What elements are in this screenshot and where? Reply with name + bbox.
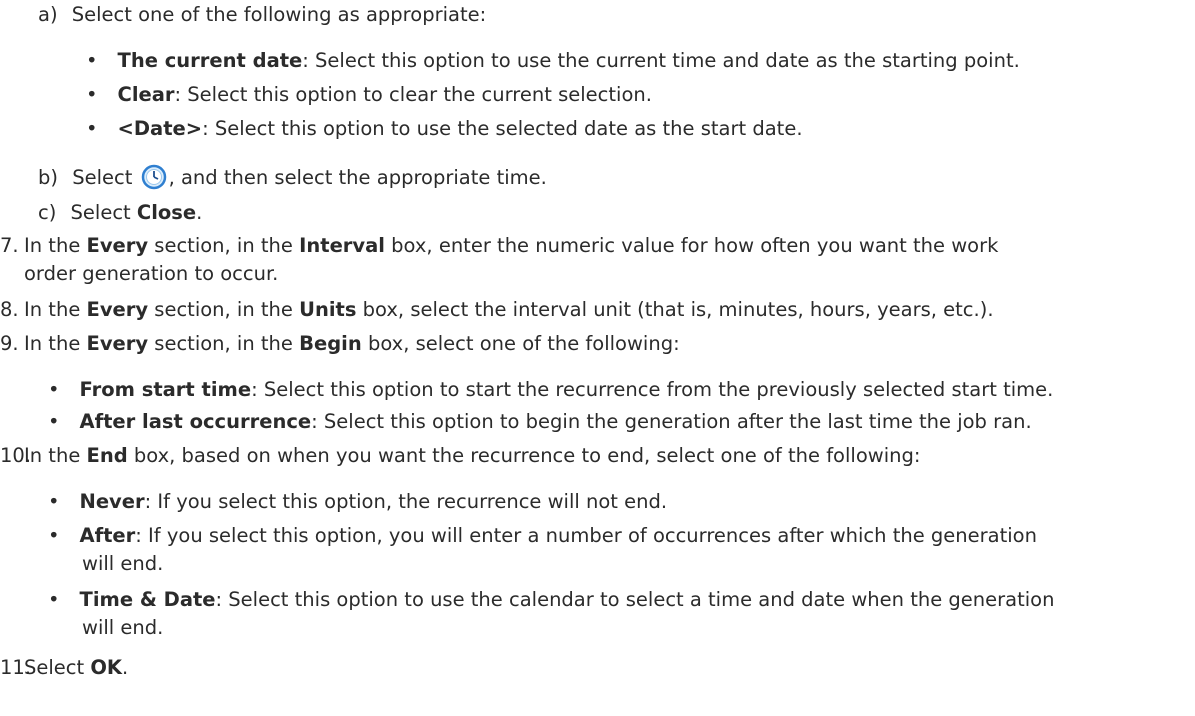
substep-c-bold: Close (136, 201, 197, 224)
substep-c-post: . (196, 201, 203, 224)
step-text: In the Every section, in the Begin box, … (24, 332, 680, 355)
option-desc: : Select this option to use the calendar… (215, 588, 1055, 611)
bullet: • (48, 490, 60, 513)
option-desc: : Select this option to start the recurr… (251, 378, 1054, 401)
bullet: • (48, 378, 60, 401)
option-desc: : Select this option to begin the genera… (311, 410, 1032, 433)
substep-b-pre: Select (72, 166, 139, 189)
date-option-clear: • Clear: Select this option to clear the … (86, 82, 652, 108)
option-title: Never (79, 490, 145, 513)
option-title: <Date> (117, 117, 203, 140)
begin-option-start-time: • From start time: Select this option to … (48, 377, 1053, 403)
bullet: • (86, 83, 98, 106)
step-text: Select OK. (24, 656, 129, 679)
option-title: From start time (79, 378, 252, 401)
option-desc: : Select this option to use the current … (302, 49, 1020, 72)
substep-a-label: a) (38, 3, 58, 26)
bullet: • (86, 117, 98, 140)
option-desc: : If you select this option, you will en… (135, 524, 1037, 547)
option-desc: : If you select this option, the recurre… (144, 490, 668, 513)
bullet: • (86, 49, 98, 72)
option-desc: : Select this option to clear the curren… (174, 83, 652, 106)
date-option-date: • <Date>: Select this option to use the s… (86, 116, 803, 142)
end-option-after: • After: If you select this option, you w… (48, 523, 1037, 549)
substep-b-label: b) (38, 166, 58, 189)
end-option-after-line2: will end. (82, 552, 164, 575)
bullet: • (48, 524, 60, 547)
bullet: • (48, 588, 60, 611)
option-title: After (79, 524, 136, 547)
step-text: In the End box, based on when you want t… (24, 444, 921, 467)
date-option-current: • The current date: Select this option to… (86, 48, 1020, 74)
begin-option-after-last: • After last occurrence: Select this opti… (48, 409, 1032, 435)
end-option-time-date: • Time & Date: Select this option to use … (48, 587, 1054, 613)
step-7-line2: order generation to occur. (24, 262, 279, 285)
step-number: 8. (0, 298, 19, 321)
option-title: After last occurrence (79, 410, 312, 433)
option-title: Time & Date (79, 588, 216, 611)
option-title: Clear (117, 83, 175, 106)
clock-icon (141, 164, 167, 190)
substep-c-pre: Select (70, 201, 137, 224)
end-option-time-date-line2: will end. (82, 616, 164, 639)
step-text: In the Every section, in the Units box, … (24, 298, 994, 321)
step-number: 9. (0, 332, 19, 355)
option-desc: : Select this option to use the selected… (202, 117, 803, 140)
substep-a: a) Select one of the following as approp… (38, 2, 486, 28)
substep-c: c) Select Close. (38, 200, 202, 226)
step-text: In the Every section, in the Interval bo… (24, 234, 999, 257)
substep-b-post: , and then select the appropriate time. (168, 166, 547, 189)
substep-c-label: c) (38, 201, 57, 224)
substep-a-text: Select one of the following as appropria… (71, 3, 487, 26)
substep-b: b) Select , and then select the appropri… (38, 164, 547, 191)
bullet: • (48, 410, 60, 433)
option-title: The current date (117, 49, 303, 72)
end-option-never: • Never: If you select this option, the r… (48, 489, 667, 515)
step-number: 7. (0, 234, 19, 257)
